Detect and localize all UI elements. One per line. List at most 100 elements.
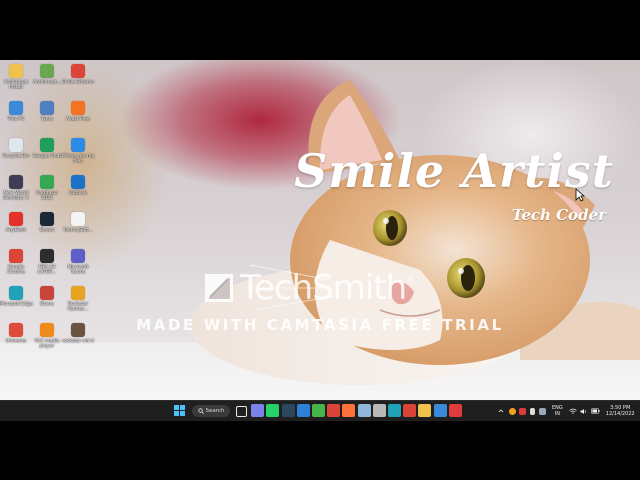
desktop-icon-label: Steam — [39, 228, 55, 233]
wifi-icon[interactable] — [569, 408, 577, 415]
desktop-icon-label: Microsoft Teams — [67, 265, 89, 275]
tyers-icon — [40, 101, 54, 115]
teams-icon — [71, 249, 85, 263]
desktop-icon[interactable]: Google Chat — [30, 138, 64, 159]
desktop-icon-label: Microsoft Edge — [0, 302, 33, 307]
desktop-icon[interactable]: Avast Free — [61, 101, 95, 122]
desktop-icon-label: Rockstar Games... — [67, 302, 89, 312]
folder-icon — [9, 64, 23, 78]
notepad-icon[interactable] — [357, 404, 371, 417]
language-indicator[interactable]: ENG IN — [552, 405, 563, 417]
desktop-icon-label: Where are my files — [61, 154, 95, 164]
game-icon — [40, 249, 54, 263]
desktop-icon-label: Tyers — [41, 117, 53, 122]
system-tray: ENG IN 3:50 PM 12/14/2022 — [498, 401, 640, 421]
document-icon — [71, 212, 85, 226]
desktop-icon-label: Brave — [40, 302, 54, 307]
app-icon — [40, 286, 54, 300]
taskbar: Search ENG IN 3:50 PM 12/14/2022 — [0, 400, 640, 421]
desktop-icon[interactable]: Archimnat... — [30, 64, 64, 85]
chrome-icon[interactable] — [327, 404, 341, 417]
clock-date: 12/14/2022 — [605, 411, 635, 417]
desktop-icon[interactable]: Steam — [30, 212, 64, 233]
desktop-icon[interactable]: Brave — [30, 286, 64, 307]
desktop-icon[interactable]: New World Demister 2 — [0, 175, 33, 201]
desktop-icon-label: This PC — [7, 117, 25, 122]
outlook-icon — [71, 175, 85, 189]
desktop-icon[interactable]: AnyDesk — [0, 212, 33, 233]
desktop-icon-label: Recycle Bin — [2, 154, 30, 159]
wallpaper-subtitle: Tech Coder — [511, 206, 606, 224]
rockstar-icon — [71, 286, 85, 300]
file-explorer-icon[interactable] — [418, 404, 432, 417]
tray-device-icon[interactable] — [539, 407, 546, 415]
desktop-icon[interactable]: Google Chrome — [0, 249, 33, 275]
desktop-icon-label: Universe — [5, 339, 27, 344]
whatsapp-icon[interactable] — [266, 404, 280, 417]
desktop-icon-label: Archimnat install — [4, 80, 28, 90]
app-icon — [40, 64, 54, 78]
desktop-icon-label: Google Chat — [32, 154, 62, 159]
desktop-icon[interactable]: Microsoft Teams — [61, 249, 95, 275]
anydesk-icon — [9, 212, 23, 226]
recycle-bin-icon — [9, 138, 23, 152]
battery-icon[interactable] — [590, 408, 600, 414]
desktop-icon-label: VLC media player — [34, 339, 60, 349]
desktop-icon[interactable]: This PC — [0, 101, 33, 122]
watermark-brand: TechSmith — [240, 268, 407, 308]
tray-app-icon[interactable] — [509, 407, 516, 415]
camtasia-recorder-icon[interactable] — [448, 404, 462, 417]
google-chat-icon — [40, 138, 54, 152]
microphone-icon[interactable] — [530, 407, 535, 415]
steam-icon — [40, 212, 54, 226]
techsmith-logo-icon — [205, 274, 233, 302]
region-code: IN — [554, 411, 560, 417]
desktop-icon-label: AnyDesk — [5, 228, 27, 233]
task-view-icon[interactable] — [236, 406, 247, 417]
watermark-registered-mark: ® — [406, 275, 416, 285]
chrome-icon — [71, 64, 85, 78]
desktop-icon[interactable]: Microsoft Edge — [0, 286, 33, 307]
pc-icon — [9, 101, 23, 115]
desktop-icon[interactable]: TechnySoft... — [61, 212, 95, 233]
desktop-icon[interactable]: Rockstar Games... — [61, 286, 95, 312]
teams-chat-icon[interactable] — [251, 404, 265, 417]
taskbar-search-button[interactable]: Search — [192, 405, 230, 417]
firefox-icon[interactable] — [342, 404, 356, 417]
chrome-icon[interactable] — [403, 404, 417, 417]
volume-icon[interactable] — [580, 408, 588, 415]
desktop-icon[interactable]: Camtasia 2022 — [30, 175, 64, 201]
chrome-icon — [9, 249, 23, 263]
desktop-icon[interactable]: Tyers — [30, 101, 64, 122]
desktop-icon[interactable]: FIFA 23 LATER... — [30, 249, 64, 275]
desktop-icon-label: TechnySoft... — [63, 228, 93, 233]
desktop-icon-label: Outlook — [69, 191, 87, 196]
desktop-icon-label: New World Demister 2 — [3, 191, 29, 201]
database-icon[interactable] — [372, 404, 386, 417]
desktop-icon[interactable]: Archimnat install — [0, 64, 33, 90]
edge-icon[interactable] — [388, 404, 401, 417]
onedrive-icon — [71, 138, 85, 152]
camtasia-icon — [40, 175, 54, 189]
techsmith-watermark: TechSmith ® — [204, 268, 415, 308]
edge-icon — [9, 286, 23, 300]
chevron-up-icon[interactable] — [498, 408, 504, 414]
desktop-icon-label: Avast Free — [66, 117, 90, 122]
windows-start-icon[interactable] — [174, 405, 185, 416]
desktop-icon[interactable]: Where are my files — [61, 138, 95, 164]
desktop-icon-label: FIFA 23 LATER... — [37, 265, 57, 275]
avast-icon — [71, 101, 85, 115]
vscode-icon[interactable] — [296, 404, 310, 417]
desktop-icon[interactable]: Outlook — [61, 175, 95, 196]
mouse-cursor-icon — [575, 188, 585, 202]
tray-recorder-icon[interactable] — [519, 407, 526, 415]
store-icon[interactable] — [433, 404, 447, 417]
desktop-icon[interactable]: Smile Chrome — [61, 64, 95, 85]
desktop-icon[interactable]: Recycle Bin — [0, 138, 33, 159]
clock[interactable]: 3:50 PM 12/14/2022 — [606, 405, 635, 417]
search-icon — [197, 408, 204, 414]
camtasia-trial-text: MADE WITH CAMTASIA FREE TRIAL — [136, 316, 504, 334]
camtasia-icon[interactable] — [312, 404, 325, 417]
steam-icon[interactable] — [281, 404, 295, 417]
desktop: Archimnat install Archimnat... Smile Chrom… — [0, 60, 640, 420]
